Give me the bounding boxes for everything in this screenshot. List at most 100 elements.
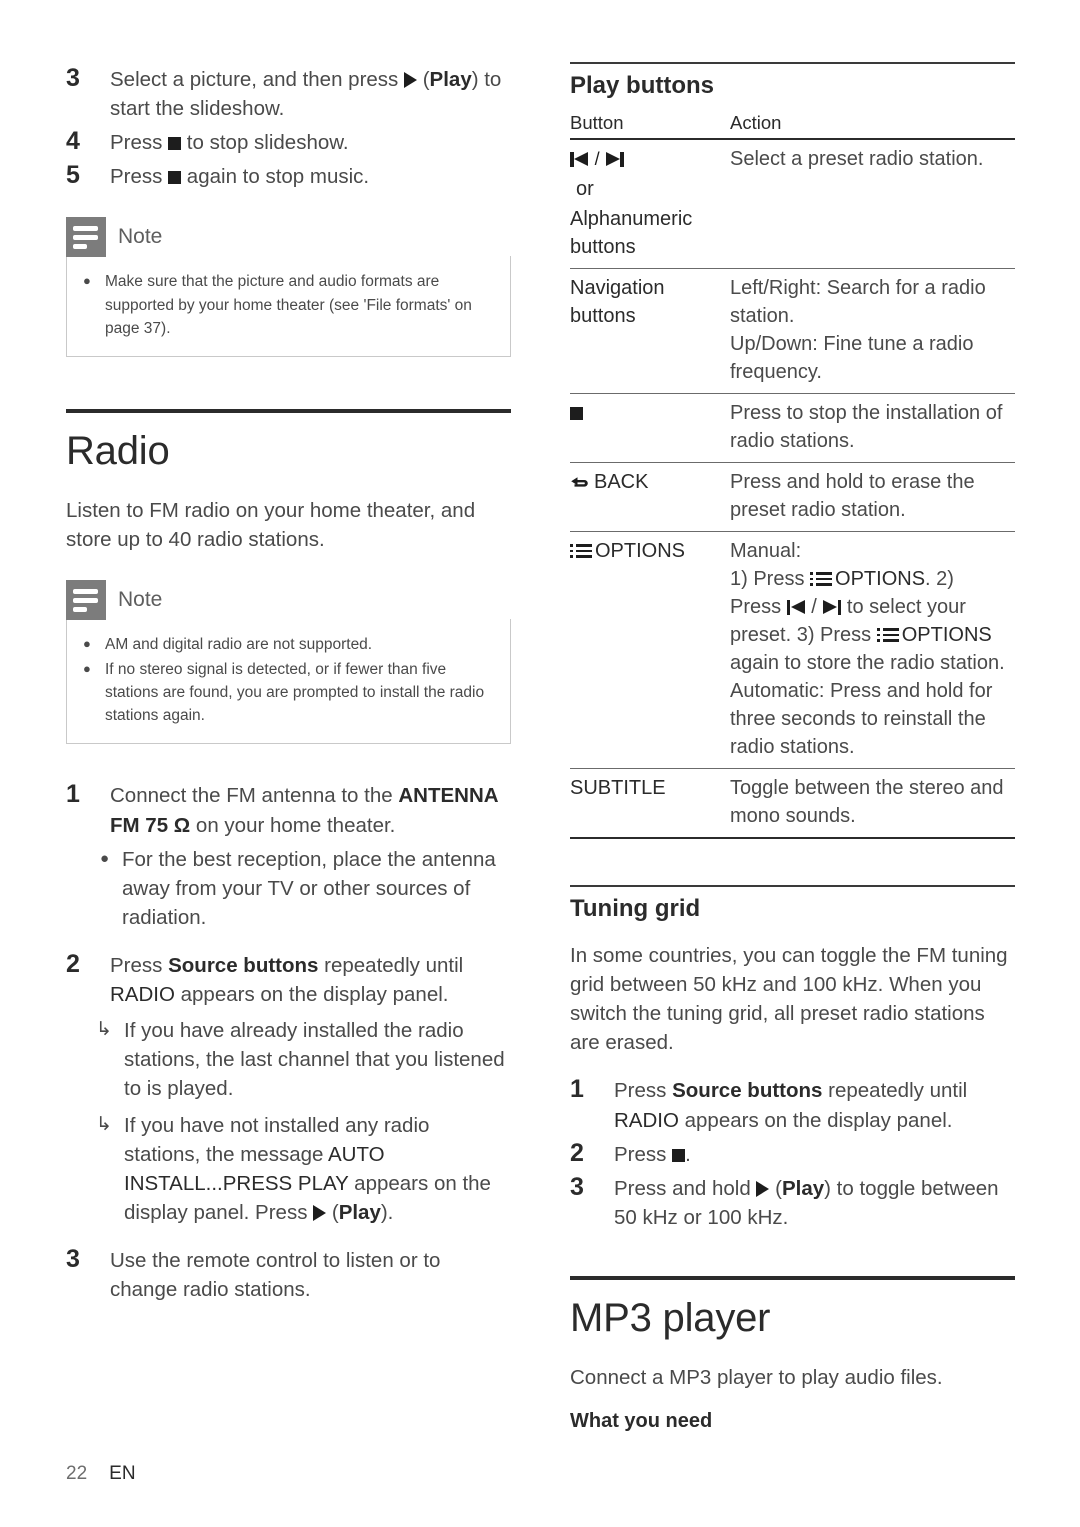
radio-heading: Radio: [66, 429, 170, 474]
tuning-grid-rule: [570, 885, 1015, 887]
play-triangle-icon: [756, 1180, 770, 1197]
next-track-icon: [822, 600, 842, 615]
step-pre: Press: [614, 1079, 673, 1103]
page-number: 22: [66, 1463, 88, 1484]
result-text: If you have not installed any radio stat…: [124, 1113, 491, 1224]
step-text-before: Press: [110, 131, 169, 155]
step-number: 3: [66, 64, 80, 92]
step-number: 4: [66, 127, 80, 156]
stop-square-icon: [168, 171, 182, 185]
mp3-player-rule: [570, 1275, 1015, 1280]
step-number: 5: [66, 161, 80, 190]
play-label: Play: [338, 1200, 381, 1224]
prev-track-icon: [570, 152, 589, 167]
options-list-icon: [810, 571, 833, 587]
column-header-button: Button: [570, 108, 730, 140]
button-cell: / or Alphanumeric buttons: [570, 139, 730, 269]
note-item: ● AM and digital radio are not supported…: [83, 633, 494, 656]
step-text-before: Select a picture, and then press: [110, 68, 405, 91]
step-pre: Press: [614, 1142, 673, 1166]
tuning-grid-heading: Tuning grid: [570, 895, 701, 922]
note-box: Note ● AM and digital radio are not supp…: [66, 580, 511, 745]
bullet-dot-icon: ●: [83, 636, 91, 652]
slash-separator: /: [594, 149, 605, 169]
tuning-grid-intro: In some countries, you can toggle the FM…: [570, 944, 1008, 1055]
step-line-2: on your home theater.: [190, 813, 396, 837]
what-you-need-heading: What you need: [570, 1410, 713, 1433]
step-number: 3: [66, 1244, 80, 1273]
radio-display-text: RADIO: [110, 983, 175, 1007]
result-text: If you have already installed the radio …: [124, 1019, 505, 1101]
step-item: 3 Press and hold (Play) to toggle betwee…: [570, 1171, 1015, 1232]
page-language: EN: [109, 1463, 136, 1484]
note-lines-icon: [66, 217, 106, 258]
options-list-icon: [876, 627, 899, 643]
button-cell: BACK: [570, 462, 730, 532]
radio-heading-rule: [66, 409, 511, 414]
action-line: Left/Right: Search for a radio station.: [730, 277, 986, 327]
action-cell: Left/Right: Search for a radio station. …: [730, 268, 1015, 394]
table-row: SUBTITLE Toggle between the stereo and m…: [570, 768, 1015, 839]
action-manual-steps: 1) Press OPTIONS. 2) Press / to select y…: [730, 568, 1005, 674]
step-text-after: again to stop music.: [181, 165, 370, 189]
play-label: Play: [429, 68, 472, 91]
sub-bullet-text: For the best reception, place the antenn…: [122, 847, 496, 929]
step-mid: repeatedly until: [318, 953, 464, 977]
document-page: 3 Select a picture, and then press (Play…: [0, 0, 1080, 1527]
options-list-icon: [570, 543, 592, 559]
step-text: Press to stop slideshow.: [110, 125, 511, 157]
action-cell: Press to stop the installation of radio …: [730, 393, 1015, 463]
button-cell: [570, 393, 730, 463]
step-text: Press and hold (Play) to toggle between …: [614, 1176, 999, 1229]
step-number: 3: [570, 1172, 584, 1201]
manual-step-1: 1) Press: [730, 568, 811, 590]
step-post: appears on the display panel.: [174, 983, 449, 1007]
back-label: BACK: [594, 471, 649, 493]
action-cell: Manual: 1) Press OPTIONS. 2) Press / to …: [730, 531, 1015, 769]
step-text: Press Source buttons repeatedly until RA…: [110, 948, 511, 1009]
step-number: 1: [66, 780, 80, 809]
options-inline-label: OPTIONS: [835, 568, 926, 590]
table-row: OPTIONS Manual: 1) Press OPTIONS. 2) Pre…: [570, 531, 1015, 769]
bullet-dot-icon: ●: [83, 660, 91, 676]
action-manual-title: Manual:: [730, 540, 802, 562]
table-row: BACK Press and hold to erase the preset …: [570, 462, 1015, 532]
step-text: Use the remote control to listen or to c…: [110, 1248, 441, 1302]
button-cell: Navigation buttons: [570, 268, 730, 394]
step-text-before: Press: [110, 165, 169, 189]
options-label: OPTIONS: [595, 540, 686, 562]
mp3-player-heading: MP3 player: [570, 1295, 771, 1340]
button-cell: OPTIONS: [570, 531, 730, 769]
arrow-result-icon: ↳: [96, 1113, 112, 1135]
note-item-text: AM and digital radio are not supported.: [105, 636, 373, 654]
step-item: 1 Press Source buttons repeatedly until …: [570, 1073, 1015, 1134]
step-item: 3 Use the remote control to listen or to…: [66, 1243, 511, 1304]
step-line-1: Connect the FM antenna to the: [110, 784, 393, 808]
note-item-text: Make sure that the picture and audio for…: [105, 273, 472, 337]
table-row: Navigation buttons Left/Right: Search fo…: [570, 268, 1015, 394]
step-text: Press Source buttons repeatedly until RA…: [614, 1073, 1015, 1134]
table-row: / or Alphanumeric buttons Select a prese…: [570, 139, 1015, 269]
page-footer: 22 EN: [66, 1463, 136, 1485]
action-cell: Toggle between the stereo and mono sound…: [730, 768, 1015, 839]
step-text: Press again to stop music.: [110, 159, 511, 191]
play-buttons-heading: Play buttons: [570, 72, 715, 99]
back-arrow-icon: [571, 477, 588, 487]
note-item: ● Make sure that the picture and audio f…: [83, 270, 494, 340]
step-item: 2 Press Source buttons repeatedly until …: [66, 948, 511, 1009]
step-text: Press .: [614, 1137, 1015, 1169]
button-alphanumeric-label: Alphanumeric buttons: [570, 208, 693, 258]
result-bullet-item: ↳ If you have not installed any radio st…: [66, 1111, 511, 1227]
column-header-action: Action: [730, 108, 1015, 140]
note-label: Note: [118, 588, 163, 612]
table-header-row: Button Action: [570, 108, 1015, 140]
table-row: Press to stop the installation of radio …: [570, 393, 1015, 463]
button-or-label: or: [576, 178, 594, 200]
action-line: Up/Down: Fine tune a radio frequency.: [730, 333, 974, 383]
bullet-dot-icon: ●: [83, 273, 91, 289]
manual-step-3-end: again to store the radio station.: [730, 652, 1005, 674]
step-item: 2 Press .: [570, 1137, 1015, 1169]
action-cell: Select a preset radio station.: [730, 139, 1015, 269]
note-box: Note ● Make sure that the picture and au…: [66, 217, 511, 358]
options-inline-label: OPTIONS: [901, 624, 992, 646]
